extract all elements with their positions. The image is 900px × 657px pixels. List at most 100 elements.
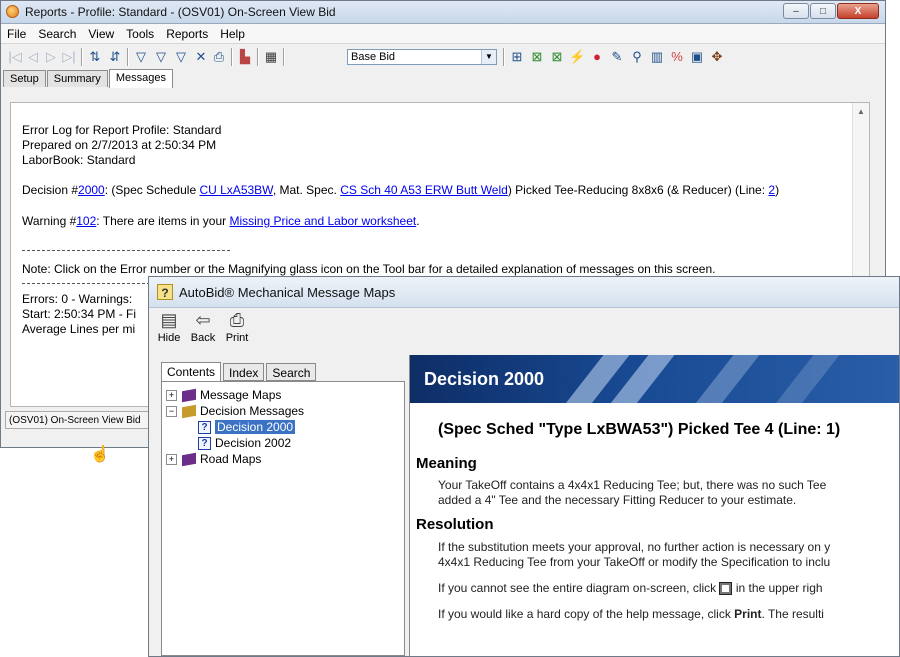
magnifier-icon[interactable]: ⚲: [629, 49, 645, 65]
sort-descending-icon[interactable]: ⇵: [107, 49, 123, 65]
first-record-icon[interactable]: |◁: [7, 49, 23, 65]
toolbar-separator: [257, 48, 259, 66]
menu-help[interactable]: Help: [214, 24, 251, 43]
banner-title: Decision 2000: [424, 369, 545, 389]
tree-item-decision-messages[interactable]: − Decision Messages: [166, 403, 304, 419]
percent-icon[interactable]: %: [669, 49, 685, 65]
resolution-heading: Resolution: [416, 516, 494, 533]
errors-summary: Errors: 0 - Warnings:: [22, 292, 133, 306]
resolution-line4: If you would like a hard copy of the hel…: [438, 607, 824, 621]
scroll-up-icon[interactable]: ▲: [857, 107, 865, 116]
filter-icon[interactable]: ▽: [133, 49, 149, 65]
help-page-icon: ?: [198, 421, 211, 435]
spec-schedule-link[interactable]: CU LxA53BW: [199, 183, 272, 197]
topic-banner: Decision 2000: [410, 355, 899, 403]
banner-stripe: [678, 355, 768, 403]
minimize-button[interactable]: –: [783, 3, 809, 19]
menu-tools[interactable]: Tools: [120, 24, 160, 43]
reports-title-bar[interactable]: Reports - Profile: Standard - (OSV01) On…: [1, 1, 885, 24]
divider: [22, 250, 230, 251]
back-button[interactable]: ⇦ Back: [189, 308, 217, 354]
material-spec-link[interactable]: CS Sch 40 A53 ERW Butt Weld: [340, 183, 508, 197]
palette-icon[interactable]: ●: [589, 49, 605, 65]
menu-view[interactable]: View: [82, 24, 120, 43]
chart-icon[interactable]: ▙: [237, 49, 253, 65]
decision-text: , Mat. Spec.: [272, 183, 341, 197]
tree-item-decision-2000[interactable]: ? Decision 2000: [198, 419, 296, 435]
tab-contents[interactable]: Contents: [161, 362, 222, 382]
tab-messages[interactable]: Messages: [108, 69, 173, 88]
help-title-bar[interactable]: ? AutoBid® Mechanical Message Maps: [149, 277, 899, 308]
tree-item-road-maps[interactable]: + Road Maps: [166, 451, 261, 467]
meaning-line2: added a 4" Tee and the necessary Fitting…: [438, 493, 797, 507]
expand-icon[interactable]: +: [166, 454, 177, 466]
resolution-line3: If you cannot see the entire diagram on-…: [438, 581, 823, 596]
collapse-icon[interactable]: −: [166, 406, 177, 418]
last-record-icon[interactable]: ▷|: [61, 49, 77, 65]
report-icon[interactable]: ▣: [689, 49, 705, 65]
tab-search[interactable]: Search: [266, 363, 317, 381]
bid-select[interactable]: Base Bid ▼: [347, 49, 497, 65]
calculator-icon[interactable]: ▦: [263, 49, 279, 65]
menu-file[interactable]: File: [1, 24, 32, 43]
edit-icon[interactable]: ✎: [609, 49, 625, 65]
warning-text: .: [416, 214, 420, 228]
warning-number-link[interactable]: 102: [76, 214, 96, 228]
toolbar-separator: [81, 48, 83, 66]
resolution-text: . The resulti: [761, 607, 824, 621]
log-header-line1: Error Log for Report Profile: Standard: [22, 123, 222, 137]
hide-icon: ▤: [160, 310, 178, 330]
book-icon: [182, 389, 196, 403]
meaning-line1: Your TakeOff contains a 4x4x1 Reducing T…: [438, 478, 827, 492]
filter-edit-icon[interactable]: ▽: [173, 49, 189, 65]
filter-clear-icon[interactable]: ✕: [193, 49, 209, 65]
printer-icon: ⎙: [229, 310, 245, 330]
expand-icon[interactable]: +: [166, 390, 177, 402]
tab-setup[interactable]: Setup: [3, 70, 46, 87]
tree-item-decision-2002[interactable]: ? Decision 2002: [198, 435, 291, 451]
menu-reports[interactable]: Reports: [160, 24, 214, 43]
grid-icon[interactable]: ▥: [649, 49, 665, 65]
sort-ascending-icon[interactable]: ⇅: [87, 49, 103, 65]
properties-icon[interactable]: ⊞: [509, 49, 525, 65]
print-button[interactable]: ⎙ Print: [223, 308, 251, 354]
maximize-button[interactable]: □: [810, 3, 836, 19]
help-window: ? AutoBid® Mechanical Message Maps ▤ Hid…: [148, 276, 900, 657]
report-tabs: Setup Summary Messages: [3, 69, 174, 88]
meaning-heading: Meaning: [416, 455, 477, 472]
resolution-text: If you would like a hard copy of the hel…: [438, 607, 735, 621]
help-window-title: AutoBid® Mechanical Message Maps: [179, 285, 396, 300]
warning-text: : There are items in your: [96, 214, 230, 228]
tools-icon[interactable]: ✥: [709, 49, 725, 65]
book-icon: [182, 453, 196, 467]
help-page-icon: ?: [198, 437, 211, 451]
spreadsheet-icon[interactable]: ⊠: [549, 49, 565, 65]
dropdown-arrow-icon[interactable]: ▼: [481, 50, 496, 64]
print-icon[interactable]: ⎙: [211, 49, 227, 65]
toolbar: |◁ ◁ ▷ ▷| ⇅ ⇵ ▽ ▽ ▽ ✕ ⎙ ▙ ▦ Base Bid ▼ ⊞…: [1, 44, 885, 70]
average-lines: Average Lines per mi: [22, 322, 136, 336]
back-arrow-icon: ⇦: [195, 310, 211, 330]
hide-button[interactable]: ▤ Hide: [155, 308, 183, 354]
decision-message: Decision #2000: (Spec Schedule CU LxA53B…: [22, 183, 779, 197]
resolution-text: If you cannot see the entire diagram on-…: [438, 581, 720, 595]
tree-item-label: Decision 2002: [215, 436, 292, 450]
next-record-icon[interactable]: ▷: [43, 49, 59, 65]
missing-price-labor-link[interactable]: Missing Price and Labor worksheet: [229, 214, 416, 228]
toolbar-separator: [127, 48, 129, 66]
window-controls: – □ X: [782, 3, 879, 21]
previous-record-icon[interactable]: ◁: [25, 49, 41, 65]
close-button[interactable]: X: [837, 3, 879, 19]
menu-bar: File Search View Tools Reports Help: [1, 24, 885, 44]
decision-number-link[interactable]: 2000: [78, 183, 105, 197]
navigation-pane: Contents Index Search + Message Maps − Dec…: [155, 357, 405, 656]
tab-summary[interactable]: Summary: [46, 70, 108, 87]
lightning-icon[interactable]: ⚡: [569, 49, 585, 65]
topic-heading: (Spec Sched "Type LxBWA53") Picked Tee 4…: [438, 421, 841, 438]
tab-index[interactable]: Index: [223, 363, 265, 381]
tree-item-message-maps[interactable]: + Message Maps: [166, 387, 281, 403]
menu-search[interactable]: Search: [32, 24, 82, 43]
print-label: Print: [225, 332, 249, 344]
export-icon[interactable]: ⊠: [529, 49, 545, 65]
filter-add-icon[interactable]: ▽: [153, 49, 169, 65]
